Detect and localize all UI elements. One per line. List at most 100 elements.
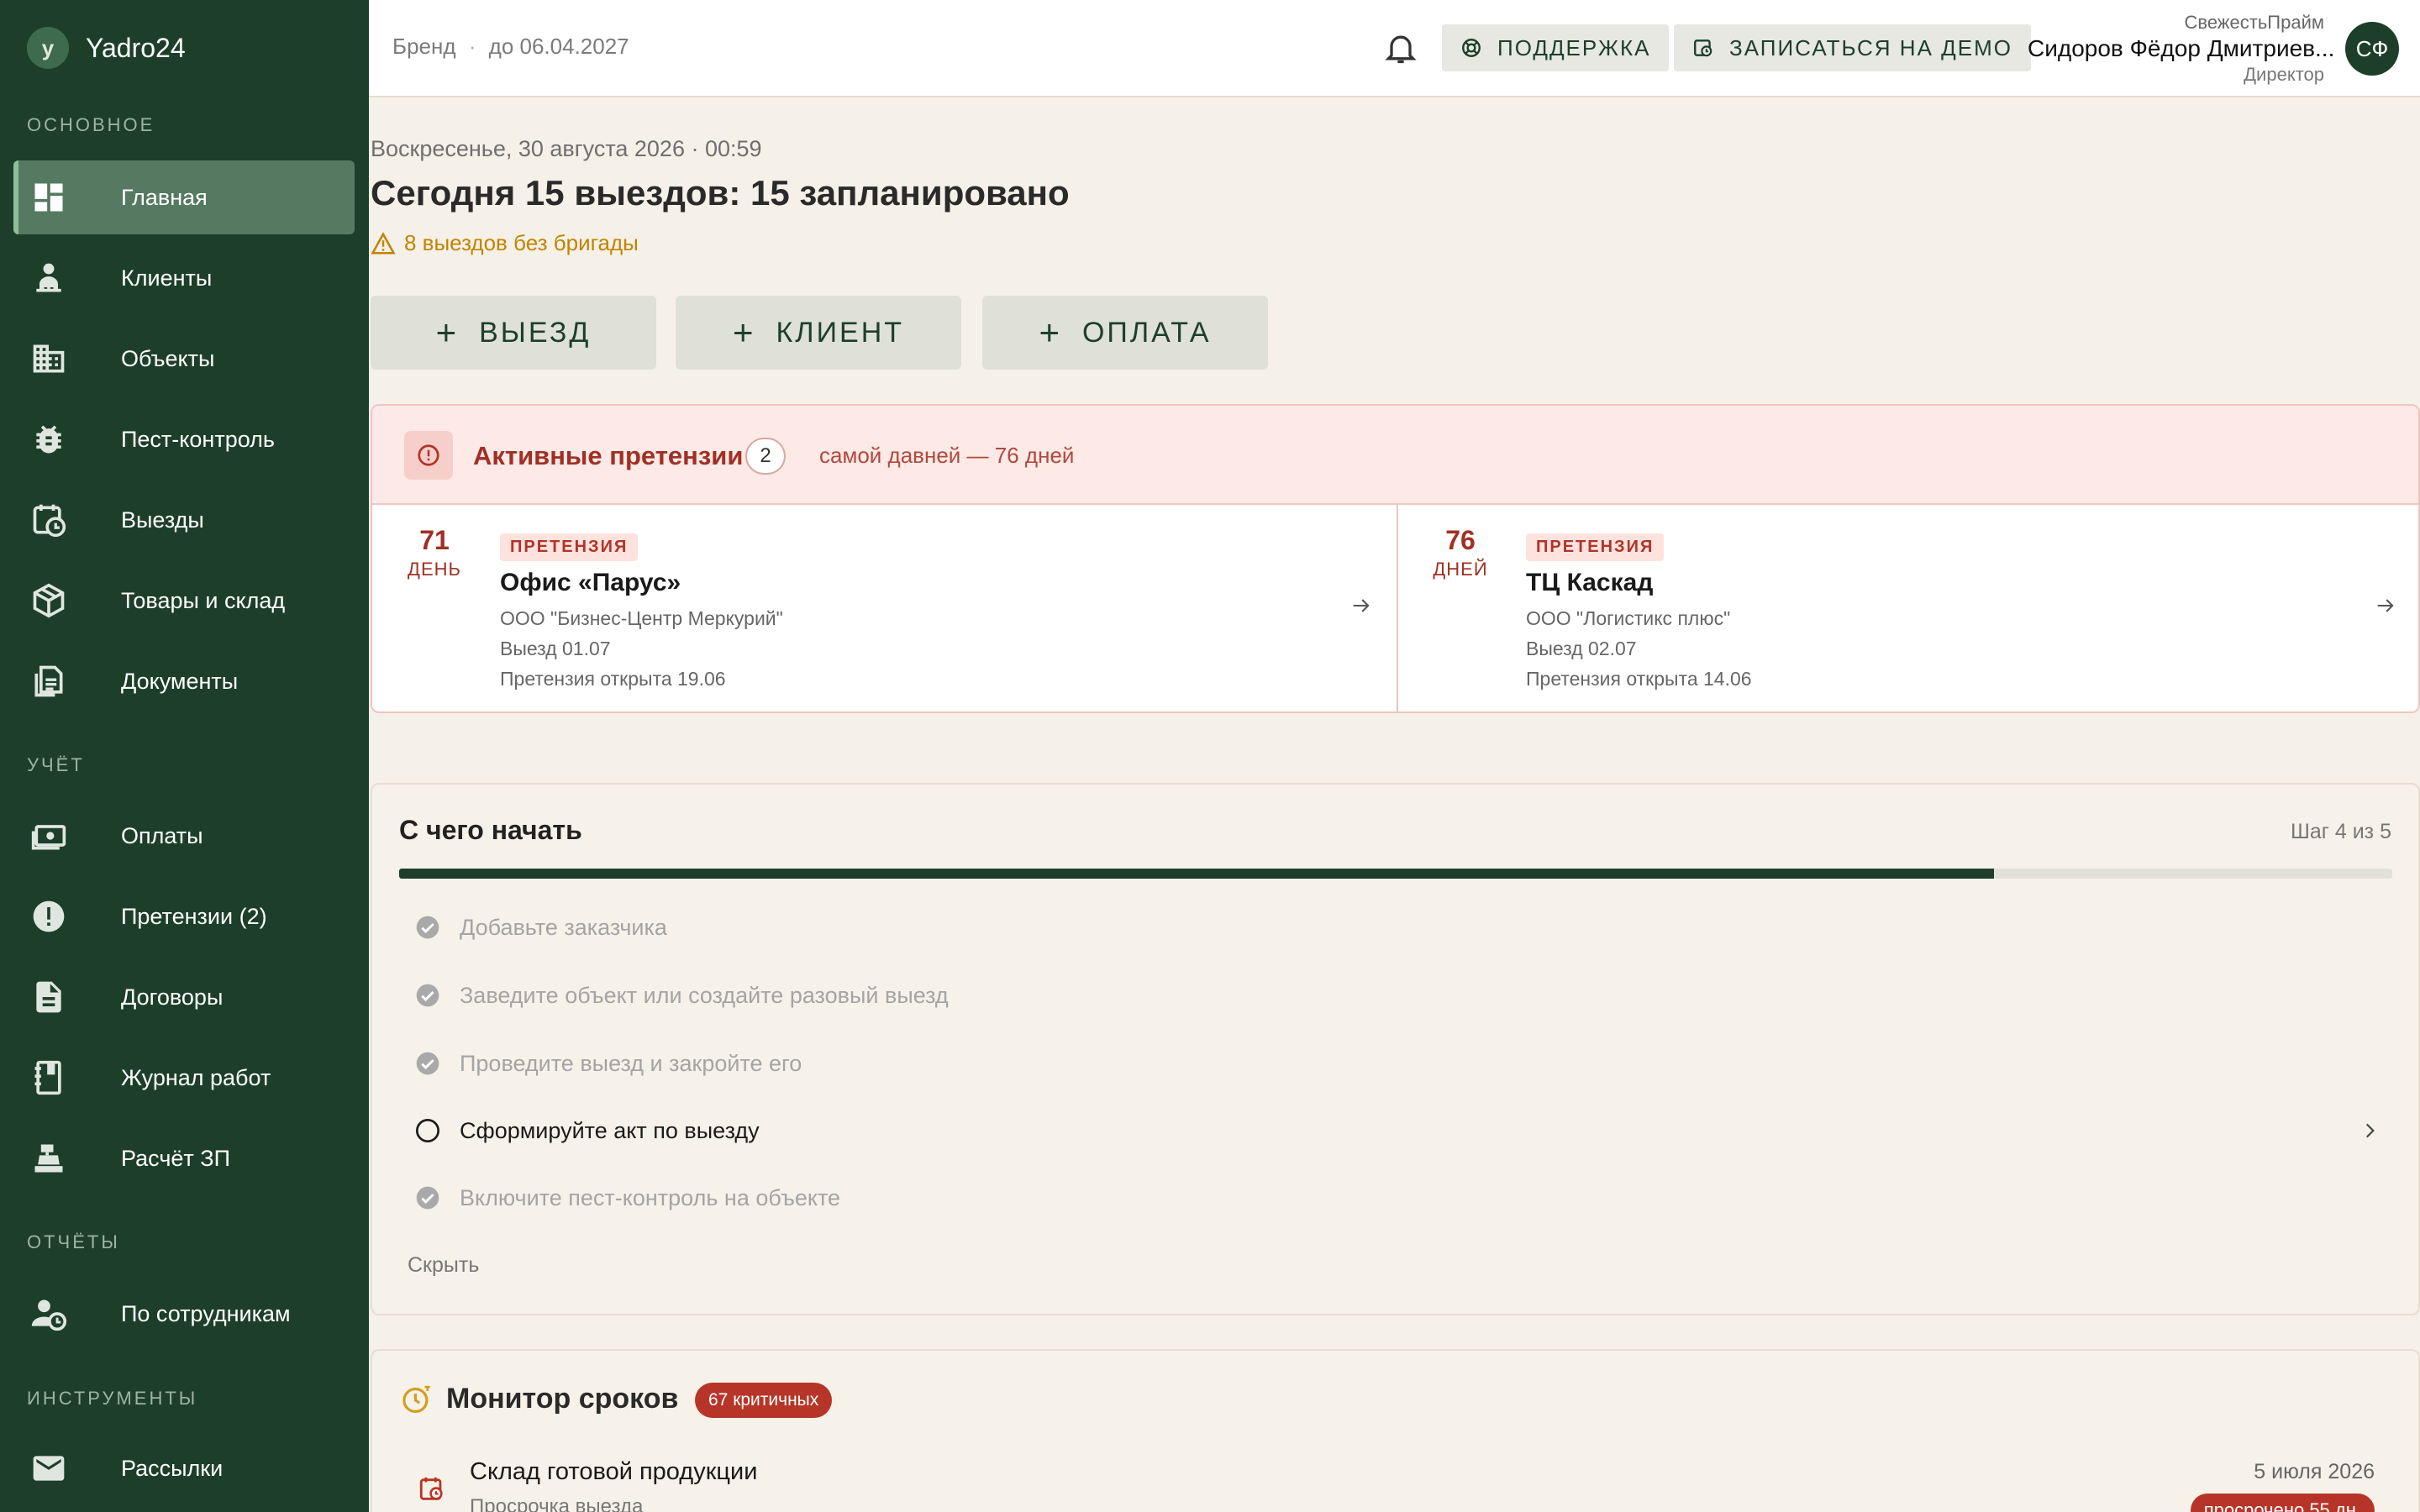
plus-icon: + — [732, 312, 756, 352]
contract-icon — [36, 981, 61, 1013]
claim-card[interactable]: 76 ДНЕЙ ПРЕТЕНЗИЯ ТЦ Каскад ООО "Логисти… — [1397, 505, 2418, 711]
sidebar-item-pest-control[interactable]: Пест-контроль — [13, 402, 355, 476]
sidebar-item-label: Пест-контроль — [121, 426, 275, 452]
bug-icon — [36, 425, 61, 454]
sidebar-item-by-employees[interactable]: По сотрудникам — [13, 1277, 355, 1351]
journal-icon — [34, 1060, 61, 1095]
deadline-row-title[interactable]: Склад готовой продукции — [470, 1458, 757, 1486]
avatar[interactable]: СФ — [2345, 22, 2399, 76]
sidebar-item-home[interactable]: Главная — [13, 160, 355, 234]
user-org: СвежестьПрайм — [2184, 12, 2324, 33]
brand-badge: y — [27, 27, 69, 69]
user-name: Сидоров Фёдор Дмитриев... — [2028, 35, 2335, 61]
check-circle-icon — [416, 1052, 439, 1075]
onboarding-progress-bar — [399, 869, 2392, 879]
add-payment-button[interactable]: + ОПЛАТА — [982, 296, 1268, 370]
sidebar-item-clients[interactable]: Клиенты — [13, 241, 355, 315]
empty-circle-icon — [416, 1119, 439, 1142]
getting-started-title: С чего начать — [399, 815, 582, 845]
unassigned-warning[interactable]: 8 выездов без бригады — [371, 230, 639, 256]
claim-tag: ПРЕТЕНЗИЯ — [1526, 533, 1665, 561]
check-circle-icon — [416, 1186, 439, 1210]
sidebar-item-label: Оплаты — [121, 822, 203, 848]
claim-company: ООО "Логистикс плюс" — [1526, 607, 1731, 629]
check-circle-icon — [416, 984, 439, 1007]
add-visit-button[interactable]: + ВЫЕЗД — [371, 296, 656, 370]
claim-days: 76 — [1445, 525, 1476, 555]
sidebar-item-mailings[interactable]: Рассылки — [13, 1431, 355, 1505]
claim-title: ТЦ Каскад — [1526, 569, 1654, 596]
support-label: ПОДДЕРЖКА — [1497, 34, 1651, 60]
chevron-right-icon — [2365, 1123, 2375, 1138]
claim-days-unit: ДЕНЬ — [408, 559, 461, 580]
sidebar-item-label: Клиенты — [121, 265, 213, 291]
sidebar-item-payments[interactable]: Оплаты — [13, 799, 355, 873]
onboarding-progress-fill — [399, 869, 1994, 879]
dashboard-icon — [34, 183, 63, 212]
sidebar-item-label: Объекты — [121, 345, 215, 371]
onboarding-step-done[interactable]: Включите пест-контроль на объекте — [414, 1181, 840, 1215]
claim-card[interactable]: 71 ДЕНЬ ПРЕТЕНЗИЯ Офис «Парус» ООО "Бизн… — [372, 505, 1397, 711]
claims-icon-wrap — [404, 431, 453, 480]
calendar-clock-icon — [1694, 39, 1712, 57]
sidebar-item-label: Выезды — [121, 507, 204, 533]
add-payment-label: ОПЛАТА — [1081, 316, 1212, 349]
claim-opened: Претензия открыта 14.06 — [1526, 668, 1752, 690]
overdue-badge: просрочено 55 дн. — [2190, 1494, 2375, 1512]
section-accounting: УЧЁТ — [27, 754, 85, 775]
top-header: Бренд · до 06.04.2027 ПОДДЕРЖКА ЗАПИСАТЬ… — [369, 0, 2420, 97]
bell-icon[interactable] — [1382, 29, 1419, 67]
claim-visit: Выезд 01.07 — [500, 638, 611, 659]
hide-onboarding-button[interactable]: Скрыть — [408, 1253, 479, 1278]
separator: · — [468, 34, 476, 59]
getting-started-panel: С чего начать Шаг 4 из 5 Добавьте заказч… — [371, 783, 2420, 1315]
onboarding-step-label: Сформируйте акт по выезду — [460, 1117, 760, 1143]
sidebar-item-label: Товары и склад — [121, 587, 286, 613]
onboarding-step-done[interactable]: Проведите выезд и закройте его — [414, 1047, 802, 1080]
sidebar-item-work-journal[interactable]: Журнал работ — [13, 1041, 355, 1115]
employee-clock-icon — [31, 1299, 67, 1331]
claim-days-unit: ДНЕЙ — [1433, 559, 1488, 580]
brand-logo[interactable]: y Yadro24 — [27, 27, 186, 69]
user-role: Директор — [2244, 64, 2324, 85]
sidebar: y Yadro24 ОСНОВНОЕ Главная Клиенты Объек… — [0, 0, 369, 1512]
book-demo-button[interactable]: ЗАПИСАТЬСЯ НА ДЕМО — [1674, 24, 2031, 71]
sidebar-item-contracts[interactable]: Договоры — [13, 960, 355, 1034]
arrow-right-icon — [1353, 599, 1370, 612]
onboarding-step-done[interactable]: Заведите объект или создайте разовый вые… — [414, 979, 949, 1012]
support-button[interactable]: ПОДДЕРЖКА — [1442, 24, 1670, 71]
sidebar-item-visits[interactable]: Выезды — [13, 483, 355, 557]
section-tools: ИНСТРУМЕНТЫ — [27, 1388, 198, 1409]
clients-icon — [36, 263, 61, 292]
check-circle-icon — [416, 916, 439, 939]
claims-subtitle: самой давней — 76 дней — [819, 443, 1075, 468]
onboarding-step-current[interactable]: Сформируйте акт по выезду — [414, 1114, 2381, 1147]
money-icon — [31, 825, 66, 850]
claims-title: Активные претензии — [473, 441, 744, 470]
claim-opened: Претензия открыта 19.06 — [500, 668, 726, 690]
user-info[interactable]: СвежестьПрайм Сидоров Фёдор Дмитриев... … — [2028, 12, 2335, 86]
claims-header: Активные претензии 2 самой давней — 76 д… — [372, 406, 2418, 505]
current-date: Воскресенье, 30 августа 2026 · 00:59 — [371, 136, 762, 161]
sidebar-item-warehouse[interactable]: Товары и склад — [13, 564, 355, 638]
sidebar-item-documents[interactable]: Документы — [13, 644, 355, 718]
claims-count-badge: 2 — [745, 438, 786, 475]
onboarding-step-label: Добавьте заказчика — [460, 914, 667, 940]
mail-icon — [33, 1456, 65, 1481]
page-title: Сегодня 15 выездов: 15 запланировано — [371, 173, 1070, 213]
warning-text: 8 выездов без бригады — [404, 230, 639, 255]
sidebar-item-claims[interactable]: Претензии (2) — [13, 879, 355, 953]
critical-count-badge: 67 критичных — [695, 1383, 833, 1418]
onboarding-step-done[interactable]: Добавьте заказчика — [414, 911, 667, 944]
alert-circle-icon — [418, 444, 439, 466]
add-client-label: КЛИЕНТ — [776, 316, 905, 349]
sidebar-item-label: Претензии (2) — [121, 903, 267, 929]
add-client-button[interactable]: + КЛИЕНТ — [676, 296, 961, 370]
sidebar-item-label: Главная — [121, 184, 208, 210]
claim-title: Офис «Парус» — [500, 569, 681, 596]
sidebar-item-objects[interactable]: Объекты — [13, 322, 355, 396]
claim-days: 71 — [419, 525, 450, 555]
sidebar-item-payroll[interactable]: Расчёт ЗП — [13, 1121, 355, 1195]
book-demo-label: ЗАПИСАТЬСЯ НА ДЕМО — [1729, 34, 2012, 60]
sidebar-item-label: Документы — [121, 668, 239, 694]
